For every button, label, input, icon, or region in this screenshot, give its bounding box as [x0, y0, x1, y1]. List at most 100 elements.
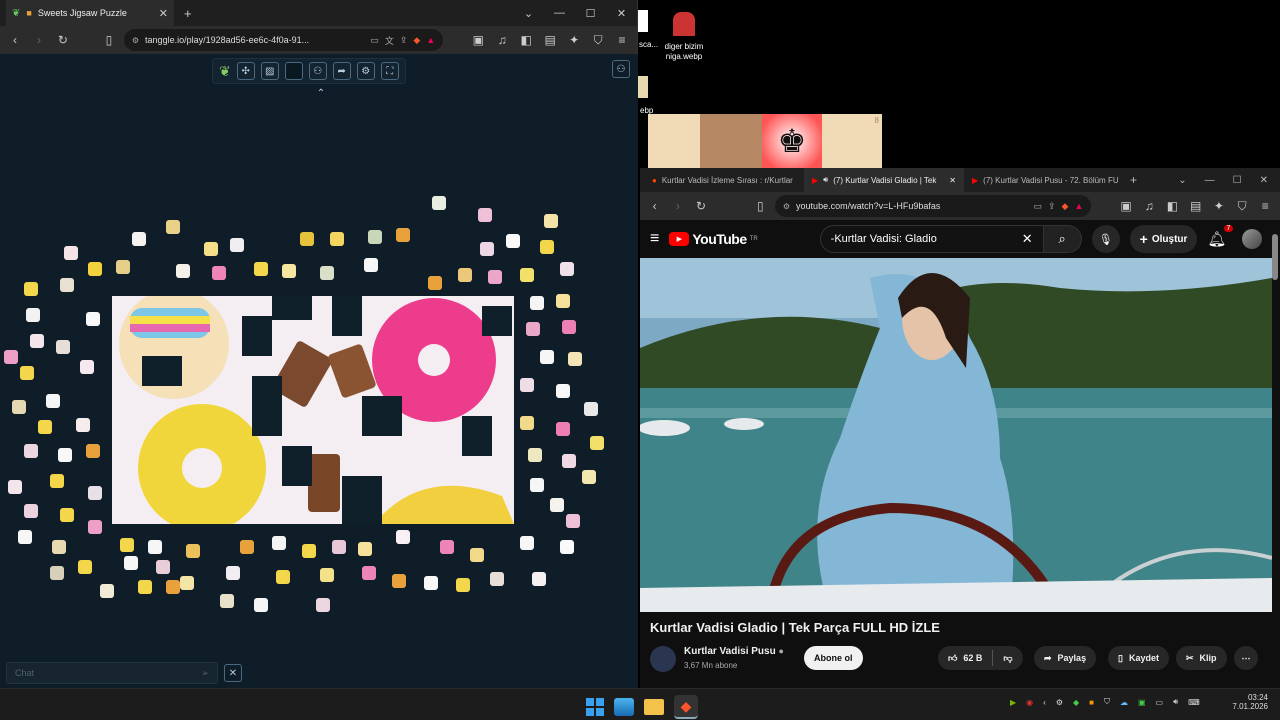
bookmark-icon[interactable]: ▯	[752, 197, 769, 215]
language-icon[interactable]: ⌨	[1188, 698, 1200, 707]
sidebar-icon[interactable]: ◧	[1164, 197, 1181, 215]
players-icon[interactable]: ⚇	[308, 62, 327, 80]
new-tab-icon[interactable]: +	[184, 6, 192, 21]
clear-search-icon[interactable]: ✕	[1022, 231, 1033, 247]
tab-sweets-jigsaw[interactable]: ❦ ■ Sweets Jigsaw Puzzle ✕	[6, 0, 174, 26]
windows-start-icon[interactable]	[586, 698, 604, 716]
media-icon[interactable]: ♫	[493, 31, 511, 49]
brave-browser-icon[interactable]: ◆	[674, 695, 698, 719]
reload-icon[interactable]: ↻	[692, 197, 709, 215]
share-button[interactable]: ➦ Paylaş	[1034, 646, 1097, 670]
close-tab-icon[interactable]: ✕	[159, 7, 168, 20]
brave-shield-icon[interactable]: ◆	[413, 35, 420, 46]
screenshot-icon[interactable]: ▣	[1117, 197, 1134, 215]
desktop-file-icon[interactable]: diger bizim niga.webp	[664, 12, 704, 62]
like-button[interactable]: 👍︎ 62 B	[948, 653, 982, 664]
site-info-icon[interactable]: ⚙	[783, 202, 790, 211]
chevron-down-icon[interactable]: ⌄	[513, 7, 544, 20]
chevron-up-icon[interactable]: ⌃	[312, 84, 330, 102]
translate-icon[interactable]: 文	[385, 34, 394, 47]
youtube-logo[interactable]: ▶ YouTube TR	[669, 231, 758, 247]
antivirus-icon[interactable]: ⚙	[1056, 698, 1063, 707]
screenshot-icon[interactable]: ▣	[469, 31, 487, 49]
wallet-icon[interactable]: ▤	[541, 31, 559, 49]
preview-image-icon[interactable]: ▨	[260, 62, 279, 80]
maximize-icon[interactable]: ☐	[1233, 175, 1242, 186]
desktop-icon-partial[interactable]	[638, 10, 648, 32]
back-icon[interactable]: ‹	[6, 31, 24, 49]
tab-pusu[interactable]: ▶ (7) Kurtlar Vadisi Pusu - 72. Bölüm FU	[964, 168, 1124, 192]
notifications-button[interactable]: 🔔︎ 7	[1207, 225, 1234, 248]
app-tray-icon-2[interactable]: ▣	[1138, 698, 1146, 707]
close-window-icon[interactable]: ✕	[606, 7, 637, 20]
audio-playing-icon[interactable]: 🔊︎	[823, 175, 828, 185]
brave-shield-icon[interactable]: ◆	[1062, 201, 1069, 212]
sidebar-icon[interactable]: ◧	[517, 31, 535, 49]
send-icon[interactable]: ➢	[201, 668, 209, 679]
puzzle-board[interactable]	[112, 296, 514, 524]
clock[interactable]: 03:24 7.01.2026	[1232, 693, 1268, 711]
thumbs-down-icon[interactable]: 👎︎	[1003, 653, 1012, 664]
search-button[interactable]: ⌕	[1043, 225, 1082, 253]
background-color-icon[interactable]	[284, 62, 303, 80]
nvidia-icon[interactable]: ▶	[1010, 698, 1016, 707]
channel-name[interactable]: Kurtlar Vadisi Pusu ●	[684, 646, 784, 657]
chat-input[interactable]: Chat ➢	[6, 662, 218, 684]
maximize-icon[interactable]: ☐	[575, 7, 606, 20]
avatar[interactable]	[1242, 229, 1263, 249]
back-icon[interactable]: ‹	[646, 197, 663, 215]
new-tab-icon[interactable]: +	[1130, 173, 1137, 187]
shield-tray-icon[interactable]: ◆	[1073, 698, 1079, 707]
file-explorer-icon[interactable]	[644, 699, 664, 715]
chevron-left-icon[interactable]: ‹	[1043, 698, 1046, 707]
vpn-icon[interactable]: ⛉	[1233, 197, 1250, 215]
puzzle-piece-icon[interactable]: ✣	[236, 62, 255, 80]
site-info-icon[interactable]: ⚙	[132, 36, 139, 45]
vpn-icon[interactable]: ⛉	[589, 31, 607, 49]
voice-search-icon[interactable]: 🎙︎	[1091, 225, 1120, 253]
forward-icon[interactable]: ›	[669, 197, 686, 215]
address-bar[interactable]: ⚙ youtube.com/watch?v=L-HFu9bafas ▭ ⇪ ◆ …	[774, 195, 1092, 217]
room-players-icon[interactable]: ⚇	[612, 60, 630, 78]
cast-icon[interactable]: ▭	[1033, 201, 1042, 212]
media-icon[interactable]: ♫	[1141, 197, 1158, 215]
subscribe-button[interactable]: Abone ol	[804, 646, 863, 670]
create-button[interactable]: + Oluştur	[1129, 225, 1198, 253]
minimize-icon[interactable]: —	[1205, 175, 1215, 186]
app-tray-icon[interactable]: ■	[1089, 698, 1094, 707]
tab-gladio[interactable]: ▶ 🔊︎ (7) Kurtlar Vadisi Gladio | Tek ✕	[804, 168, 964, 192]
hamburger-menu-icon[interactable]: ≡	[650, 230, 659, 248]
bookmark-icon[interactable]: ▯	[100, 31, 118, 49]
close-tab-icon[interactable]: ✕	[949, 176, 956, 185]
reload-icon[interactable]: ↻	[54, 31, 72, 49]
steam-icon[interactable]: ◉	[1026, 698, 1033, 707]
display-icon[interactable]: ▭	[1156, 698, 1164, 707]
close-window-icon[interactable]: ✕	[1260, 175, 1268, 186]
leo-ai-icon[interactable]: ✦	[565, 31, 583, 49]
settings-gear-icon[interactable]: ⚙	[356, 62, 375, 80]
clip-button[interactable]: ✂ Klip	[1176, 646, 1227, 670]
share-puzzle-icon[interactable]: ➦	[332, 62, 351, 80]
cast-icon[interactable]: ▭	[370, 35, 379, 46]
tab-reddit[interactable]: ● Kurtlar Vadisi İzleme Sırası : r/Kurtl…	[644, 168, 804, 192]
menu-icon[interactable]: ≡	[1257, 197, 1274, 215]
channel-avatar[interactable]	[650, 646, 676, 672]
address-bar[interactable]: ⚙ tanggle.io/play/1928ad56-ee6c-4f0a-91.…	[123, 29, 444, 51]
more-actions-button[interactable]: ⋯	[1234, 646, 1258, 670]
leo-ai-icon[interactable]: ✦	[1210, 197, 1227, 215]
rewards-icon[interactable]: ▲	[426, 35, 435, 45]
photos-app-icon[interactable]	[614, 698, 634, 716]
forward-icon[interactable]: ›	[30, 31, 48, 49]
save-button[interactable]: ▯ Kaydet	[1108, 646, 1169, 670]
rewards-icon[interactable]: ▲	[1074, 201, 1083, 211]
share-icon[interactable]: ⇪	[400, 35, 408, 46]
menu-icon[interactable]: ≡	[613, 31, 631, 49]
chevron-down-icon[interactable]: ⌄	[1178, 175, 1186, 186]
fullscreen-icon[interactable]: ⛶	[380, 62, 399, 80]
volume-icon[interactable]: 🔊︎	[1173, 697, 1178, 707]
collapse-chat-icon[interactable]: ✕	[224, 664, 242, 682]
video-player[interactable]	[640, 258, 1272, 612]
share-icon[interactable]: ⇪	[1048, 201, 1056, 212]
search-input[interactable]: -Kurtlar Vadisi: Gladio ✕	[819, 225, 1044, 253]
wallet-icon[interactable]: ▤	[1187, 197, 1204, 215]
